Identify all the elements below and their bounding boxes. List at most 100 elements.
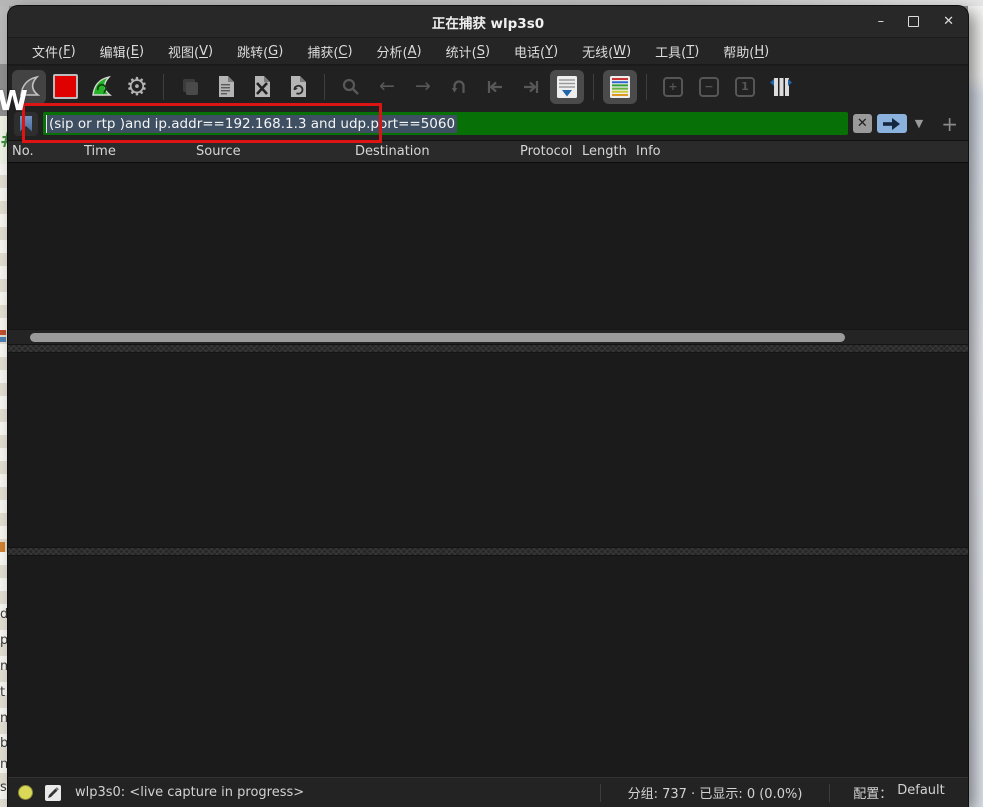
menu-edit[interactable]: 编辑(E) <box>88 38 156 64</box>
maximize-button[interactable] <box>908 16 919 27</box>
status-separator <box>829 784 830 802</box>
reload-file-button[interactable] <box>281 70 315 104</box>
status-bar: wlp3s0: <live capture in progress> 分组: 7… <box>8 777 968 807</box>
menu-go[interactable]: 跳转(G) <box>225 38 295 64</box>
save-file-icon <box>216 75 236 98</box>
menu-statistics[interactable]: 统计(S) <box>434 38 502 64</box>
close-file-icon <box>252 75 272 98</box>
capture-comment-button[interactable] <box>45 785 61 801</box>
minimize-button[interactable]: – <box>878 15 885 28</box>
clear-x-icon: ✕ <box>857 116 868 131</box>
screenshot-stage: # d p m t m b n s W 正在捕获 wlp3s0 – ✕ 文件(F… <box>0 0 983 807</box>
expert-info-button[interactable] <box>18 785 33 800</box>
go-to-packet-button[interactable] <box>442 70 476 104</box>
filter-apply-button[interactable] <box>877 114 907 133</box>
bg-fragment <box>0 542 5 552</box>
back-arrow-icon: ← <box>379 77 395 96</box>
bookmark-icon <box>20 116 32 132</box>
horizontal-scrollbar[interactable] <box>8 329 968 345</box>
go-forward-button[interactable]: → <box>406 70 440 104</box>
desktop-background-right <box>968 6 983 807</box>
resize-columns-icon <box>769 76 793 98</box>
colorize-toggle-button[interactable] <box>603 70 637 104</box>
filter-selected-text: (sip or rtp )and ip.addr==192.168.1.3 an… <box>46 115 457 133</box>
profile-selector[interactable]: 配置： Default <box>840 783 958 802</box>
gear-icon: ⚙ <box>126 74 148 99</box>
reload-file-icon <box>288 75 308 98</box>
menu-tools[interactable]: 工具(T) <box>643 38 711 64</box>
packet-stats-text: 分组: 737 · 已显示: 0 (0.0%) <box>611 783 819 802</box>
menu-bar: 文件(F) 编辑(E) 视图(V) 跳转(G) 捕获(C) 分析(A) 统计(S… <box>8 38 968 65</box>
zoom-original-icon: 1 <box>735 77 755 97</box>
column-time[interactable]: Time <box>80 144 192 159</box>
packet-details-pane[interactable] <box>8 353 968 547</box>
column-info[interactable]: Info <box>632 144 968 159</box>
pane-splitter-top[interactable] <box>8 344 968 353</box>
wireshark-window: 正在捕获 wlp3s0 – ✕ 文件(F) 编辑(E) 视图(V) 跳转(G) … <box>8 6 968 807</box>
menu-analyze[interactable]: 分析(A) <box>365 38 434 64</box>
stop-capture-button[interactable] <box>48 70 82 104</box>
zoom-in-icon: + <box>663 77 683 97</box>
open-file-button[interactable] <box>173 70 207 104</box>
filter-add-button[interactable]: + <box>941 114 958 134</box>
zoom-in-button[interactable]: + <box>656 70 690 104</box>
zoom-out-button[interactable]: − <box>692 70 726 104</box>
profile-value: Default <box>897 783 945 802</box>
display-filter-input[interactable]: (sip or rtp )and ip.addr==192.168.1.3 an… <box>43 112 848 135</box>
status-separator <box>600 784 601 802</box>
packet-list-pane[interactable] <box>8 163 968 329</box>
packet-list-header: No. Time Source Destination Protocol Len… <box>8 140 968 163</box>
pane-splitter-bottom[interactable] <box>8 547 968 556</box>
column-source[interactable]: Source <box>192 144 351 159</box>
magnifier-icon <box>341 77 361 97</box>
filter-dropdown-caret[interactable]: ▼ <box>915 117 923 130</box>
auto-scroll-icon <box>555 74 579 100</box>
open-file-icon <box>179 76 201 98</box>
window-controls: – ✕ <box>878 6 954 37</box>
scrollbar-thumb[interactable] <box>30 333 845 342</box>
apply-arrow-icon <box>882 117 902 131</box>
column-protocol[interactable]: Protocol <box>516 144 578 159</box>
column-destination[interactable]: Destination <box>351 144 516 159</box>
restart-fin-icon <box>89 75 113 99</box>
main-toolbar: ⚙ ← → <box>8 66 968 107</box>
resize-columns-button[interactable] <box>764 70 798 104</box>
zoom-out-icon: − <box>699 77 719 97</box>
go-last-packet-button[interactable] <box>514 70 548 104</box>
toolbar-separator <box>646 74 647 100</box>
stop-icon <box>53 74 78 99</box>
menu-telephony[interactable]: 电话(Y) <box>502 38 570 64</box>
close-file-button[interactable] <box>245 70 279 104</box>
menu-view[interactable]: 视图(V) <box>156 38 225 64</box>
pencil-icon <box>47 787 59 799</box>
column-no[interactable]: No. <box>8 144 80 159</box>
column-length[interactable]: Length <box>578 144 632 159</box>
bg-fragment <box>0 330 6 335</box>
menu-file[interactable]: 文件(F) <box>20 38 88 64</box>
restart-capture-button[interactable] <box>84 70 118 104</box>
capture-options-button[interactable]: ⚙ <box>120 70 154 104</box>
capture-status-text: wlp3s0: <live capture in progress> <box>75 785 304 800</box>
window-title: 正在捕获 wlp3s0 <box>432 12 544 32</box>
profile-label: 配置： <box>853 783 892 802</box>
zoom-original-button[interactable]: 1 <box>728 70 762 104</box>
go-back-button[interactable]: ← <box>370 70 404 104</box>
forward-arrow-icon: → <box>415 77 431 96</box>
bg-fragment <box>0 337 6 342</box>
menu-capture[interactable]: 捕获(C) <box>295 38 364 64</box>
menu-wireless[interactable]: 无线(W) <box>570 38 643 64</box>
save-file-button[interactable] <box>209 70 243 104</box>
auto-scroll-toggle-button[interactable] <box>550 70 584 104</box>
packet-bytes-pane[interactable] <box>8 556 968 777</box>
filter-clear-button[interactable]: ✕ <box>853 114 872 133</box>
toolbar-separator <box>324 74 325 100</box>
find-packet-button[interactable] <box>334 70 368 104</box>
titlebar[interactable]: 正在捕获 wlp3s0 – ✕ <box>8 6 968 38</box>
last-packet-icon <box>521 77 541 97</box>
menu-help[interactable]: 帮助(H) <box>711 38 781 64</box>
close-button[interactable]: ✕ <box>943 15 954 28</box>
toolbar-separator <box>163 74 164 100</box>
go-first-packet-button[interactable] <box>478 70 512 104</box>
filter-toolbar: (sip or rtp )and ip.addr==192.168.1.3 an… <box>8 107 968 140</box>
first-packet-icon <box>485 77 505 97</box>
